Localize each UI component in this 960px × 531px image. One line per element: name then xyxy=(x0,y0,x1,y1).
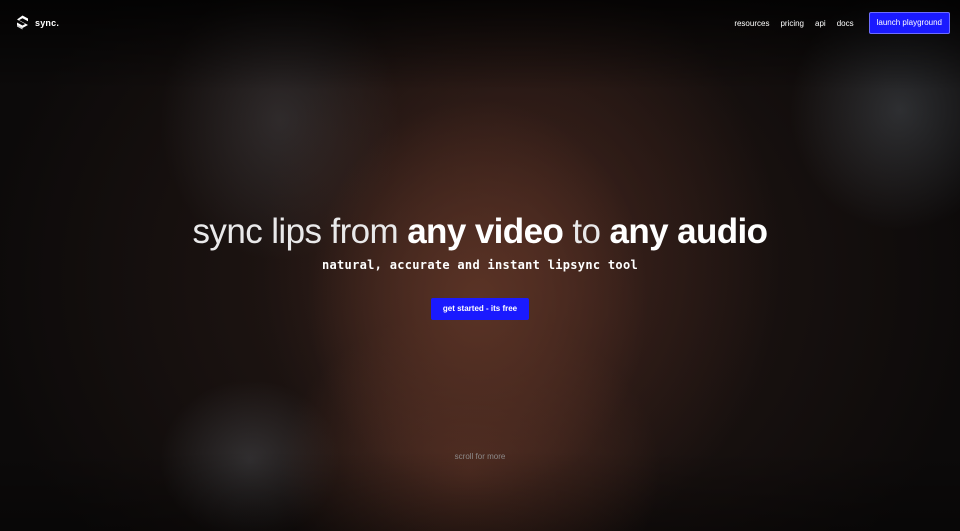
nav-link-pricing[interactable]: pricing xyxy=(780,19,804,28)
sync-logo-icon xyxy=(17,15,28,30)
launch-playground-button[interactable]: launch playground xyxy=(868,12,950,34)
headline-part-1: sync lips from xyxy=(192,212,408,251)
headline-part-3: to xyxy=(563,212,610,251)
get-started-button[interactable]: get started - its free xyxy=(431,298,529,320)
brand-logo[interactable]: sync. xyxy=(16,15,59,30)
hero-subheadline: natural, accurate and instant lipsync to… xyxy=(321,258,639,272)
nav-link-api[interactable]: api xyxy=(815,19,826,28)
nav-link-resources[interactable]: resources xyxy=(734,19,769,28)
hero-headline: sync lips from any video to any audio xyxy=(0,212,960,252)
headline-part-2: any video xyxy=(407,212,564,251)
nav-link-docs[interactable]: docs xyxy=(837,19,854,28)
site-header: sync. resources pricing api docs launch … xyxy=(0,0,960,46)
scroll-hint[interactable]: scroll for more xyxy=(0,452,960,461)
landing-page: sync. resources pricing api docs launch … xyxy=(0,0,960,531)
brand-name: sync. xyxy=(35,17,60,28)
main-nav: resources pricing api docs launch playgr… xyxy=(734,12,950,34)
headline-part-4: any audio xyxy=(609,212,769,251)
